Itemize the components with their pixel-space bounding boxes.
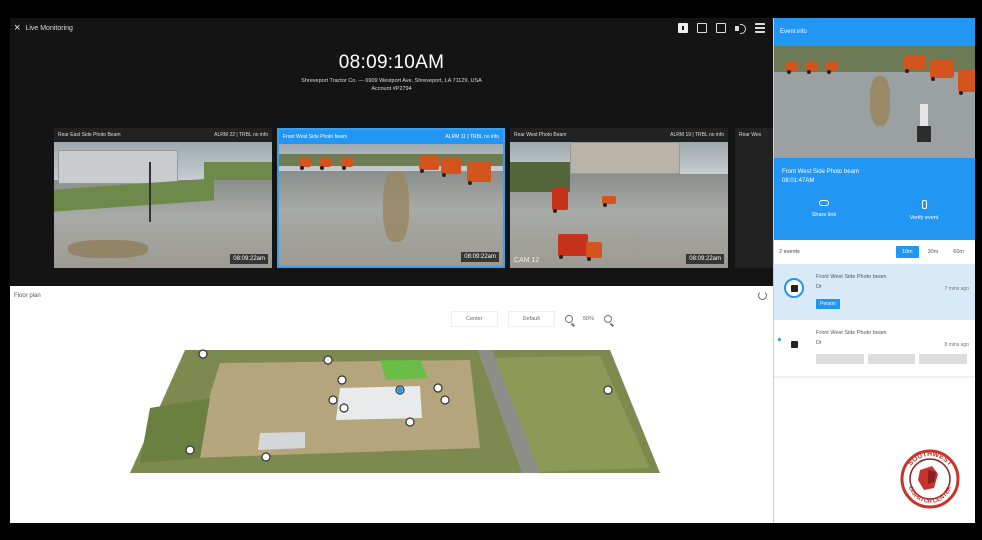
- default-button[interactable]: Default: [507, 311, 555, 327]
- event-item-time: 8 mins ago: [944, 342, 969, 348]
- camera-feed: 08:09:22am: [54, 142, 272, 268]
- refresh-icon[interactable]: [758, 291, 767, 300]
- close-icon[interactable]: ×: [14, 23, 20, 34]
- event-filter-bar: 2 events 10m 30m 60m: [774, 240, 975, 264]
- camera-timestamp: 08:09:22am: [230, 254, 268, 264]
- event-snapshot[interactable]: [774, 46, 975, 158]
- camera-label: CAM 12: [514, 257, 540, 264]
- person-tag: Person: [816, 299, 840, 309]
- filter-10m[interactable]: 10m: [895, 246, 919, 258]
- live-clock: 08:09:10AM: [338, 52, 445, 73]
- event-item-time: 7 mins ago: [944, 286, 969, 292]
- event-list-item[interactable]: Front West Side Photo beam Dr 8 mins ago: [774, 320, 975, 376]
- view-toolbar: [678, 23, 765, 34]
- site-map-image: [130, 349, 660, 473]
- floor-plan-title: Floor plan: [14, 293, 41, 299]
- app-window: × Live Monitoring 08:09:10AM Shreveport …: [10, 18, 975, 523]
- camera-feed: CAM 12 08:09:22am: [510, 142, 728, 268]
- event-item-title: Front West Side Photo beam: [816, 274, 887, 280]
- camera-title-bar: Front West Side Photo beam ALRM 11 | TRB…: [279, 130, 503, 144]
- dispatch-center-logo: SOUTHWEST DISPATCH CENTER: [898, 448, 962, 510]
- event-camera-name: Front West Side Photo beam: [782, 169, 859, 175]
- live-monitoring-panel: × Live Monitoring 08:09:10AM Shreveport …: [10, 18, 773, 286]
- center-button[interactable]: Center: [451, 311, 498, 327]
- loading-placeholders: [778, 354, 968, 364]
- camera-feed: 08:09:22am: [279, 144, 503, 266]
- camera-avatar-icon: [784, 334, 804, 354]
- camera-tile-active[interactable]: Front West Side Photo beam ALRM 11 | TRB…: [277, 128, 505, 268]
- shield-icon: [921, 200, 927, 209]
- camera-tile[interactable]: Rear East Side Photo Beam ALRM 22 | TRBL…: [54, 128, 272, 268]
- site-map[interactable]: [130, 348, 660, 488]
- event-details: Front West Side Photo beam 08:01:47AM Sh…: [774, 158, 975, 240]
- camera-timestamp: 08:09:22am: [461, 252, 499, 262]
- unread-dot: [778, 338, 781, 341]
- zoom-level: 50%: [582, 316, 594, 322]
- site-address: Shreveport Tractor Co. — 6909 Westport A…: [301, 78, 482, 84]
- live-title: Live Monitoring: [25, 24, 73, 32]
- event-item-title: Front West Side Photo beam: [816, 330, 887, 336]
- filter-60m[interactable]: 60m: [947, 246, 970, 258]
- camera-title-bar: Rear Wes: [735, 128, 773, 142]
- account-number: Account #P2794: [371, 86, 412, 92]
- map-controls: Center Default 50%: [451, 311, 612, 327]
- camera-avatar-icon: [784, 278, 804, 298]
- camera-status: ALRM 19 | TRBL no info: [670, 132, 724, 138]
- camera-name: Rear West Photo Beam: [514, 132, 567, 138]
- live-header: × Live Monitoring: [14, 23, 73, 34]
- camera-title-bar: Rear East Side Photo Beam ALRM 22 | TRBL…: [54, 128, 272, 142]
- camera-tile[interactable]: Rear Wes: [735, 128, 773, 268]
- camera-name: Rear East Side Photo Beam: [58, 132, 121, 138]
- share-link-button[interactable]: Share link: [789, 200, 859, 218]
- event-header: Event info: [774, 18, 975, 46]
- layout-2-icon[interactable]: [697, 23, 707, 33]
- layout-3-icon[interactable]: [716, 23, 726, 33]
- camera-tile[interactable]: Rear West Photo Beam ALRM 19 | TRBL no i…: [510, 128, 728, 268]
- camera-status: ALRM 11 | TRBL no info: [445, 134, 499, 140]
- event-time: 08:01:47AM: [782, 178, 815, 184]
- menu-icon[interactable]: [755, 23, 765, 33]
- camera-name: Front West Side Photo beam: [283, 134, 348, 140]
- zoom-in-icon[interactable]: [564, 315, 573, 323]
- floor-plan-panel: Floor plan Center Default 50%: [10, 286, 773, 523]
- link-icon: [819, 200, 829, 206]
- camera-title-bar: Rear West Photo Beam ALRM 19 | TRBL no i…: [510, 128, 728, 142]
- volume-icon[interactable]: [735, 23, 746, 34]
- camera-status: ALRM 22 | TRBL no info: [214, 132, 268, 138]
- camera-timestamp: 08:09:22am: [686, 254, 724, 264]
- zoom-out-icon[interactable]: [603, 315, 612, 323]
- camera-name: Rear Wes: [739, 132, 762, 138]
- event-list-item[interactable]: Front West Side Photo beam Dr 7 mins ago…: [774, 264, 975, 320]
- verify-event-button[interactable]: Verify event: [889, 200, 959, 221]
- layout-1-icon[interactable]: [678, 23, 688, 33]
- verify-event-label: Verify event: [909, 215, 939, 221]
- share-link-label: Share link: [811, 212, 837, 218]
- event-count: 2 events: [779, 249, 800, 255]
- filter-30m[interactable]: 30m: [922, 246, 945, 258]
